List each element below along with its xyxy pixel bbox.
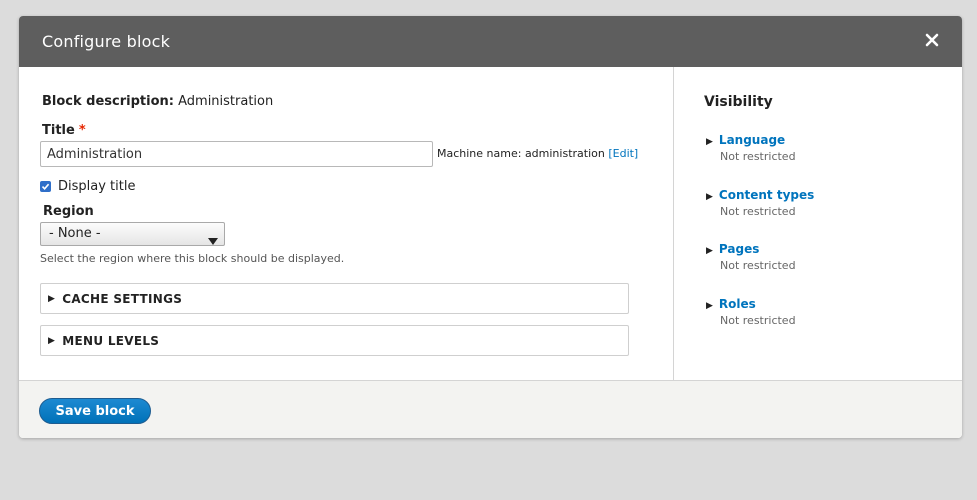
region-help-text: Select the region where this block shoul…: [40, 252, 345, 265]
visibility-link-pages[interactable]: ▶ Pages: [706, 242, 796, 256]
menu-levels-section[interactable]: ▶ MENU LEVELS: [40, 325, 629, 356]
machine-name: Machine name: administration [Edit]: [437, 147, 638, 160]
visibility-link-roles[interactable]: ▶ Roles: [706, 297, 796, 311]
menu-levels-label: MENU LEVELS: [62, 333, 160, 348]
cache-settings-label: CACHE SETTINGS: [62, 291, 183, 306]
display-title-row: Display title: [40, 179, 135, 194]
region-selected-value: - None -: [49, 226, 101, 241]
visibility-content-types-status: Not restricted: [720, 205, 796, 218]
expand-triangle-icon: ▶: [48, 293, 56, 304]
machine-name-edit-link[interactable]: [Edit]: [608, 147, 638, 160]
visibility-item-language: ▶ Language Not restricted: [706, 133, 796, 163]
required-marker: *: [78, 123, 86, 138]
block-description-label: Block description:: [42, 94, 174, 109]
block-description: Block description: Administration: [42, 94, 273, 109]
visibility-title: Visibility: [704, 94, 773, 110]
expand-triangle-icon: ▶: [706, 137, 713, 147]
title-input[interactable]: [40, 141, 433, 167]
main-form: Block description: Administration Title *…: [19, 67, 673, 380]
display-title-label: Display title: [58, 179, 136, 194]
visibility-item-pages: ▶ Pages Not restricted: [706, 242, 796, 272]
visibility-item-roles: ▶ Roles Not restricted: [706, 297, 796, 327]
region-label: Region: [43, 204, 94, 219]
region-select[interactable]: - None -: [40, 222, 225, 246]
visibility-language-status: Not restricted: [720, 150, 796, 163]
title-label-text: Title: [42, 123, 75, 138]
expand-triangle-icon: ▶: [706, 246, 713, 256]
block-description-value: Administration: [178, 94, 274, 109]
dialog-title: Configure block: [42, 32, 171, 51]
dialog-footer: Save block: [19, 380, 962, 438]
machine-name-text: Machine name: administration: [437, 147, 605, 160]
display-title-checkbox[interactable]: [40, 181, 51, 192]
chevron-down-icon: [208, 231, 218, 253]
configure-block-dialog: Configure block Block description: Admin…: [19, 16, 962, 438]
visibility-link-content-types[interactable]: ▶ Content types: [706, 188, 814, 202]
dialog-titlebar: Configure block: [19, 16, 962, 67]
expand-triangle-icon: ▶: [706, 192, 713, 202]
visibility-sidebar: Visibility ▶ Language Not restricted ▶ Con…: [673, 67, 962, 380]
visibility-link-language[interactable]: ▶ Language: [706, 133, 796, 147]
close-icon[interactable]: [922, 30, 942, 50]
visibility-roles-status: Not restricted: [720, 314, 796, 327]
expand-triangle-icon: ▶: [706, 301, 713, 311]
visibility-content-types-label: Content types: [718, 188, 815, 202]
save-block-button[interactable]: Save block: [39, 398, 151, 424]
visibility-pages-label: Pages: [718, 242, 760, 256]
visibility-roles-label: Roles: [718, 297, 756, 311]
visibility-item-content-types: ▶ Content types Not restricted: [706, 188, 814, 218]
cache-settings-section[interactable]: ▶ CACHE SETTINGS: [40, 283, 629, 314]
title-label: Title *: [42, 123, 86, 138]
expand-triangle-icon: ▶: [48, 335, 56, 346]
visibility-pages-status: Not restricted: [720, 259, 796, 272]
visibility-language-label: Language: [718, 133, 786, 147]
